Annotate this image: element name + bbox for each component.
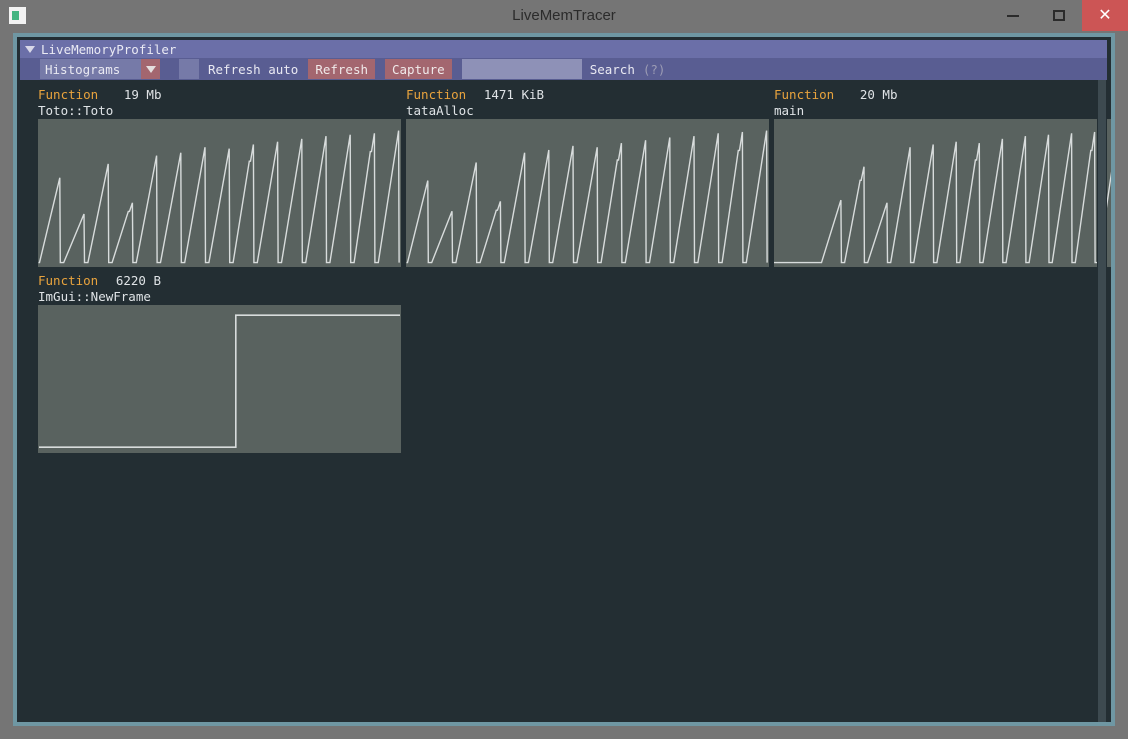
close-button[interactable]: ✕: [1082, 0, 1128, 31]
window-frame: LiveMemoryProfiler Histograms Refresh au…: [13, 33, 1115, 726]
histogram-function-name: main: [774, 103, 805, 118]
maximize-icon: [1053, 10, 1065, 21]
histogram-function-name: tataAlloc: [406, 103, 474, 118]
os-titlebar[interactable]: LiveMemTracer ✕: [0, 0, 1128, 31]
search-label: Search: [589, 61, 635, 77]
histogram-plot[interactable]: [774, 119, 1111, 267]
histogram-area: Function 19 Mb Toto::Toto Function 1471 …: [20, 80, 1111, 722]
refresh-auto-label: Refresh auto: [208, 61, 299, 77]
histogram-keyword: Function: [38, 87, 99, 102]
search-help-icon[interactable]: (?): [643, 62, 666, 77]
histogram-svg: [774, 131, 1111, 264]
histogram-function-name: ImGui::NewFrame: [38, 289, 151, 304]
minimize-button[interactable]: [990, 0, 1036, 31]
minimize-icon: [1007, 14, 1019, 17]
mode-selector[interactable]: Histograms: [40, 59, 160, 79]
histogram-header: Function 20 Mb: [774, 86, 1111, 102]
histogram-header: Function 1471 KiB: [406, 86, 769, 102]
maximize-button[interactable]: [1036, 0, 1082, 31]
window-title: LiveMemTracer: [512, 7, 616, 24]
vertical-scrollbar[interactable]: [1097, 80, 1107, 722]
capture-button[interactable]: Capture: [385, 59, 452, 79]
refresh-button[interactable]: Refresh: [308, 59, 375, 79]
histogram-card: Function 19 Mb Toto::Toto: [38, 86, 401, 267]
histogram-card: Function 20 Mb main: [774, 86, 1111, 267]
histogram-keyword: Function: [38, 273, 99, 288]
histogram-card: Function 1471 KiB tataAlloc: [406, 86, 769, 267]
histogram-plot[interactable]: [406, 119, 769, 267]
search-input[interactable]: [461, 59, 582, 79]
toolbar: Histograms Refresh auto Refresh Capture …: [20, 58, 1107, 80]
histogram-svg: [406, 130, 768, 264]
imgui-window-title: LiveMemoryProfiler: [41, 41, 177, 57]
histogram-card: Function 6220 B ImGui::NewFrame: [38, 272, 401, 453]
histogram-svg: [39, 314, 400, 448]
histogram-plot[interactable]: [38, 305, 401, 453]
refresh-auto-checkbox[interactable]: [179, 59, 199, 79]
histogram-value: 20 Mb: [859, 87, 898, 102]
histogram-value: 19 Mb: [123, 87, 162, 102]
histogram-value: 6220 B: [115, 273, 162, 288]
histogram-value: 1471 KiB: [483, 87, 545, 102]
chevron-down-icon[interactable]: [141, 59, 160, 79]
imgui-window-titlebar[interactable]: LiveMemoryProfiler: [20, 40, 1107, 58]
histogram-header: Function 19 Mb: [38, 86, 401, 102]
histogram-plot[interactable]: [38, 119, 401, 267]
histogram-keyword: Function: [774, 87, 835, 102]
close-icon: ✕: [1098, 6, 1112, 24]
histogram-svg: [38, 130, 400, 264]
collapse-arrow-icon[interactable]: [25, 45, 35, 53]
scrollbar-thumb[interactable]: [1098, 80, 1106, 722]
mode-selector-value: Histograms: [45, 61, 121, 77]
histogram-keyword: Function: [406, 87, 467, 102]
imgui-canvas: LiveMemoryProfiler Histograms Refresh au…: [17, 37, 1111, 722]
histogram-header: Function 6220 B: [38, 272, 401, 288]
os-window: LiveMemTracer ✕ LiveMemoryProfiler Histo…: [0, 0, 1128, 739]
histogram-function-name: Toto::Toto: [38, 103, 114, 118]
